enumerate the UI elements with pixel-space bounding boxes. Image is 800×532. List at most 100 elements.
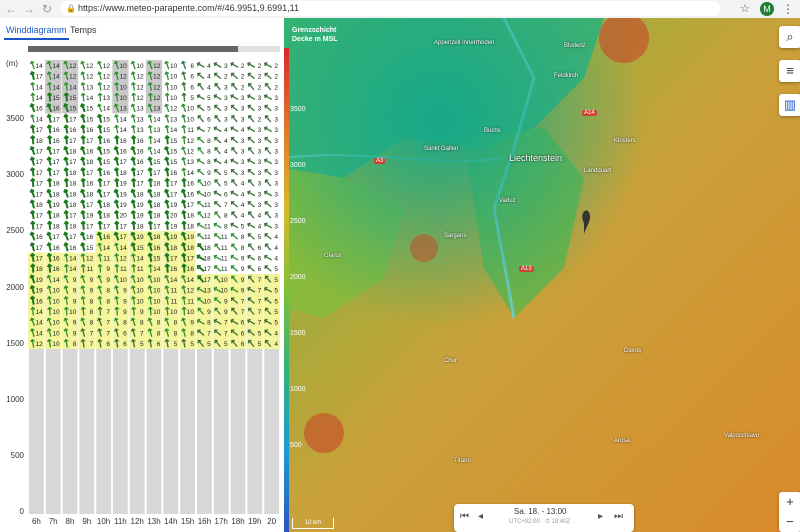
wind-speed-label: 17: [204, 277, 212, 284]
wind-speed-label: 3: [274, 127, 278, 134]
place-label: Sankt Gallen: [424, 146, 459, 152]
wind-speed-label: 16: [136, 138, 144, 145]
wind-speed-label: 18: [153, 234, 161, 241]
wind-speed-label: 17: [36, 170, 44, 177]
wind-speed-label: 3: [258, 106, 262, 113]
wind-speed-label: 17: [36, 159, 44, 166]
wind-speed-label: 6: [157, 341, 161, 348]
wind-speed-label: 11: [221, 245, 228, 252]
altitude-unit-label: (m): [6, 59, 18, 68]
wind-speed-label: 7: [258, 288, 262, 295]
place-label: Liechtenstein: [509, 153, 563, 163]
settings-sliders-icon[interactable]: ≡: [779, 60, 800, 82]
zoom-out-button[interactable]: −: [779, 512, 800, 532]
previous-frame-icon[interactable]: ◂: [478, 511, 483, 523]
wind-speed-label: 19: [36, 277, 44, 284]
wind-speed-label: 18: [69, 191, 77, 198]
url-text[interactable]: https://www.meteo-parapente.com/#/46.995…: [78, 1, 299, 16]
colorbar-tick: 500: [290, 442, 302, 449]
wind-speed-label: 16: [36, 234, 44, 241]
y-tick-label: 2000: [6, 282, 24, 292]
back-arrow-icon[interactable]: ←: [4, 2, 18, 16]
wind-speed-label: 2: [274, 74, 278, 81]
wind-speed-label: 10: [220, 288, 228, 295]
wind-speed-label: 16: [36, 298, 44, 305]
wind-speed-label: 4: [241, 213, 245, 220]
wind-barb: [247, 254, 256, 261]
column-background: [146, 348, 162, 514]
bar-chart-icon[interactable]: ▥: [779, 94, 800, 116]
next-frame-icon[interactable]: ▸: [598, 511, 603, 523]
wind-speed-label: 7: [258, 309, 262, 316]
time-range-slider[interactable]: [28, 46, 280, 52]
address-bar[interactable]: 🔒 https://www.meteo-parapente.com/#/46.9…: [60, 1, 720, 16]
wind-speed-label: 5: [274, 277, 278, 284]
wind-barb: [230, 233, 239, 240]
place-label: Sargans: [444, 233, 467, 239]
map-view[interactable]: Grenzschicht Decke m MSL Appenzell Inner…: [284, 18, 800, 532]
wind-speed-label: 4: [258, 223, 262, 230]
wind-speed-label: 4: [224, 127, 228, 134]
wind-speed-label: 17: [69, 116, 77, 123]
wind-speed-label: 3: [274, 159, 278, 166]
first-frame-icon[interactable]: ⏮: [460, 511, 469, 523]
wind-speed-label: 15: [170, 159, 178, 166]
wind-speed-label: 14: [36, 330, 44, 337]
wind-speed-label: 10: [52, 341, 60, 348]
wind-speed-label: 5: [274, 288, 278, 295]
profile-avatar[interactable]: M: [760, 2, 774, 16]
wind-speed-label: 19: [170, 234, 178, 241]
place-label: Appenzell Innerrhoden: [434, 40, 495, 46]
column-background: [213, 348, 229, 514]
wind-speed-label: 14: [136, 255, 144, 262]
wind-barb: [230, 126, 239, 133]
wind-speed-label: 3: [258, 170, 262, 177]
search-icon[interactable]: ⌕: [779, 26, 800, 48]
browser-menu-icon[interactable]: ⋮: [782, 1, 794, 17]
y-tick-label: 500: [10, 451, 24, 461]
place-label: Davos: [624, 348, 642, 354]
wind-speed-label: 17: [170, 191, 178, 198]
wind-speed-label: 8: [157, 330, 161, 337]
wind-speed-label: 17: [36, 127, 44, 134]
wind-speed-label: 19: [136, 202, 144, 209]
wind-barb: [214, 115, 221, 123]
road-label: A14: [582, 110, 597, 116]
wind-speed-label: 9: [73, 330, 77, 337]
wind-barb: [197, 115, 205, 123]
last-frame-icon[interactable]: ⏭: [614, 511, 623, 523]
forward-arrow-icon[interactable]: →: [22, 2, 36, 16]
wind-speed-label: 11: [187, 298, 194, 305]
wind-barb: [263, 126, 272, 133]
wind-speed-label: 8: [207, 320, 211, 327]
column-background: [45, 348, 61, 514]
wind-speed-label: 11: [204, 234, 211, 241]
wind-speed-label: 19: [136, 234, 144, 241]
zoom-in-button[interactable]: +: [779, 492, 800, 512]
wind-speed-label: 11: [204, 202, 211, 209]
wind-speed-label: 9: [123, 288, 127, 295]
wind-barb: [247, 190, 256, 197]
wind-speed-label: 9: [90, 277, 94, 284]
wind-speed-label: 3: [258, 127, 262, 134]
wind-barb: [247, 61, 256, 68]
wind-speed-label: 10: [52, 330, 60, 337]
wind-speed-label: 10: [170, 309, 178, 316]
wind-speed-label: 15: [69, 95, 77, 102]
terrain-map[interactable]: [284, 18, 800, 532]
tab-winddiagramm[interactable]: Winddiagramm: [4, 24, 69, 40]
reload-icon[interactable]: ↻: [40, 2, 54, 16]
wind-barb: [214, 72, 222, 80]
wind-barb: [230, 265, 239, 272]
wind-speed-label: 20: [170, 213, 178, 220]
wind-barb: [213, 94, 222, 101]
tab-temps[interactable]: Temps: [70, 24, 97, 38]
wind-speed-label: 16: [69, 127, 77, 134]
wind-speed-label: 19: [120, 191, 128, 198]
bookmark-star-icon[interactable]: ☆: [740, 2, 750, 16]
wind-speed-label: 5: [207, 95, 211, 102]
wind-speed-label: 6: [258, 255, 262, 262]
wind-speed-label: 9: [140, 309, 144, 316]
wind-barb: [247, 222, 256, 229]
wind-speed-label: 5: [274, 266, 278, 273]
